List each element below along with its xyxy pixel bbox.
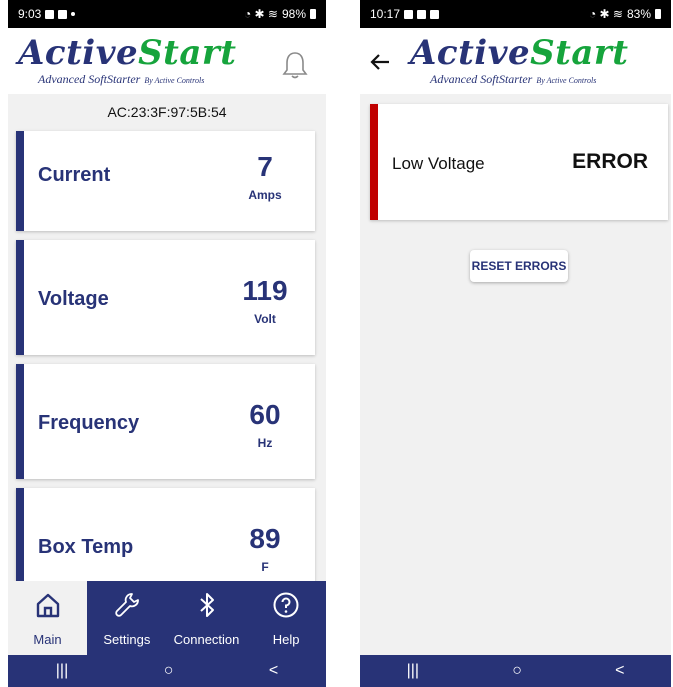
logo-byline: By Active Controls (144, 76, 205, 85)
notification-icon (417, 9, 427, 19)
logo-byline: By Active Controls (536, 76, 597, 85)
system-navigation-bar: ||| ○ < (8, 655, 326, 687)
app-logo: ActiveStart Advanced SoftStarter By Activ… (410, 34, 629, 87)
bottom-navigation: Main Settings Connection Help (8, 581, 326, 655)
logo-word-active: Active (410, 33, 531, 73)
dot-icon (71, 12, 76, 16)
bell-icon[interactable] (282, 50, 308, 80)
reading-label: Box Temp (38, 536, 134, 558)
reading-unit: F (261, 560, 269, 574)
wrench-icon (115, 593, 139, 617)
recents-button[interactable]: ||| (56, 662, 68, 680)
reset-errors-button[interactable]: RESET ERRORS (470, 250, 568, 282)
app-header: ActiveStart Advanced SoftStarter By Activ… (8, 28, 326, 94)
reading-label: Voltage (38, 288, 109, 310)
nav-tab-settings[interactable]: Settings (87, 581, 167, 655)
reading-unit: Volt (254, 312, 276, 326)
battery-level: 98% (281, 7, 306, 21)
nav-label: Help (272, 632, 300, 647)
wifi-signal-icon: ◔ ✱ ≋ (243, 7, 278, 21)
error-card: Low Voltage ERROR (370, 104, 668, 220)
recents-button[interactable]: ||| (407, 662, 419, 680)
back-button[interactable]: < (269, 662, 278, 680)
battery-icon (310, 9, 316, 19)
nav-tab-help[interactable]: Help (246, 581, 326, 655)
nav-tab-connection[interactable]: Connection (167, 581, 247, 655)
reading-value: 7 (257, 151, 273, 182)
logo-tagline: Advanced SoftStarter (38, 72, 141, 86)
app-header: ActiveStart Advanced SoftStarter By Activ… (360, 28, 671, 94)
back-button[interactable]: < (615, 662, 624, 680)
device-mac-address: AC:23:3F:97:5B:54 (107, 104, 227, 120)
nav-tab-main[interactable]: Main (8, 581, 87, 655)
reading-label: Current (38, 164, 111, 186)
home-button[interactable]: ○ (512, 662, 522, 680)
status-time: 9:03 (18, 7, 42, 21)
app-notification-icon (430, 9, 440, 19)
nav-label: Main (33, 632, 62, 647)
reading-unit: Hz (257, 436, 273, 450)
errors-screen: 10:17 ◔ ✱ ≋ 83% ActiveStart Advanced Sof… (360, 0, 671, 687)
main-screen: 9:03 ◔ ✱ ≋ 98% ActiveStart Advanced Soft… (8, 0, 326, 687)
nav-label: Settings (103, 632, 151, 647)
reading-card-frequency: Frequency 60 Hz (16, 364, 315, 479)
home-button[interactable]: ○ (164, 662, 174, 680)
image-icon (58, 9, 68, 19)
status-bar: 9:03 ◔ ✱ ≋ 98% (8, 0, 326, 28)
home-icon (36, 593, 59, 618)
error-status: ERROR (572, 150, 648, 173)
reading-card-voltage: Voltage 119 Volt (16, 240, 315, 355)
back-arrow-icon[interactable] (368, 50, 392, 74)
reading-value: 119 (242, 275, 288, 306)
status-time: 10:17 (370, 7, 401, 21)
nav-label: Connection (173, 632, 240, 647)
reading-value: 60 (249, 399, 281, 430)
app-logo: ActiveStart Advanced SoftStarter By Activ… (18, 34, 237, 87)
reading-card-current: Current 7 Amps (16, 131, 315, 231)
help-icon (273, 592, 299, 618)
logo-word-active: Active (18, 33, 139, 73)
reading-label: Frequency (38, 412, 140, 434)
logo-word-start: Start (530, 33, 629, 73)
reading-unit: Amps (248, 188, 282, 202)
status-bar: 10:17 ◔ ✱ ≋ 83% (360, 0, 671, 28)
battery-level: 83% (626, 7, 651, 21)
battery-icon (655, 9, 661, 19)
logo-word-start: Start (138, 33, 237, 73)
bluetooth-icon (199, 593, 214, 617)
wifi-signal-icon: ◔ ✱ ≋ (588, 7, 623, 21)
reading-value: 89 (249, 523, 281, 554)
image-icon (404, 9, 414, 19)
notification-icon (45, 9, 55, 19)
logo-tagline: Advanced SoftStarter (430, 72, 533, 86)
system-navigation-bar: ||| ○ < (360, 655, 671, 687)
error-label: Low Voltage (392, 154, 485, 173)
